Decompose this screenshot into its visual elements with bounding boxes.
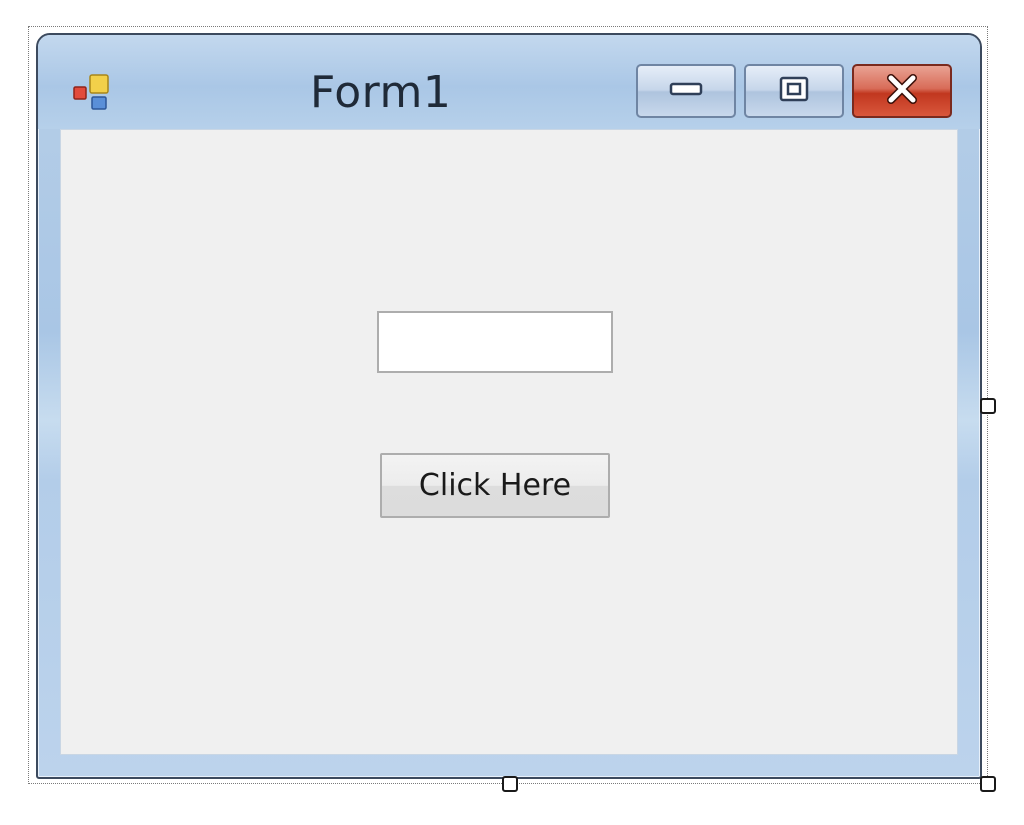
window-title: Form1 (310, 67, 452, 118)
resize-handle-corner[interactable] (980, 776, 996, 792)
maximize-button[interactable] (744, 64, 844, 118)
title-bar[interactable]: Form1 (38, 35, 980, 129)
text-input[interactable] (377, 311, 613, 373)
resize-handle-bottom[interactable] (502, 776, 518, 792)
form-window[interactable]: Form1 Click Here (36, 33, 982, 779)
minimize-button[interactable] (636, 64, 736, 118)
minimize-icon (669, 81, 703, 101)
close-icon (885, 74, 919, 108)
click-here-button[interactable]: Click Here (380, 453, 610, 518)
resize-handle-right[interactable] (980, 398, 996, 414)
app-icon (70, 73, 114, 113)
close-button[interactable] (852, 64, 952, 118)
designer-surface: Form1 Click Here (0, 0, 1024, 825)
maximize-icon (779, 76, 809, 106)
form-client-area: Click Here (60, 129, 958, 755)
